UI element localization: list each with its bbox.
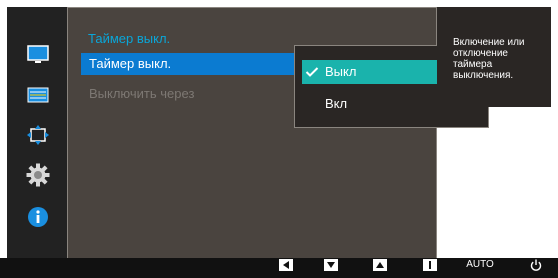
help-panel: Включение или отключение таймера выключе… (437, 7, 551, 107)
up-arrow-button-icon[interactable] (371, 259, 389, 278)
left-arrow-button-icon[interactable] (277, 259, 295, 278)
info-icon[interactable] (24, 203, 52, 231)
enter-button-icon[interactable] (421, 259, 439, 278)
power-icon[interactable] (528, 259, 544, 278)
option-on-label: Вкл (325, 96, 348, 111)
checkmark-icon (305, 60, 319, 84)
menu-item-off-timer[interactable]: Таймер выкл. (81, 53, 299, 75)
resize-arrows-icon[interactable] (24, 121, 52, 149)
auto-button-label: AUTO (466, 259, 494, 270)
help-text: Включение или отключение таймера выключе… (453, 37, 525, 81)
auto-button[interactable]: AUTO (460, 259, 500, 278)
monitor-screen: Таймер выкл. Таймер выкл. Выключить чере… (0, 0, 558, 259)
monitor-icon[interactable] (24, 41, 52, 69)
down-arrow-button-icon[interactable] (322, 259, 340, 278)
osd-menu: Таймер выкл. Таймер выкл. Выключить чере… (7, 7, 489, 259)
osd-sidebar (7, 7, 67, 259)
menu-panel: Таймер выкл. Таймер выкл. Выключить чере… (67, 7, 489, 259)
menu-title: Таймер выкл. (88, 31, 171, 46)
gear-icon[interactable] (24, 161, 52, 189)
picture-settings-icon[interactable] (24, 81, 52, 109)
option-off-label: Выкл (325, 64, 357, 79)
menu-item-turn-off-after: Выключить через (89, 86, 195, 101)
bottom-button-bar: AUTO (0, 258, 558, 278)
